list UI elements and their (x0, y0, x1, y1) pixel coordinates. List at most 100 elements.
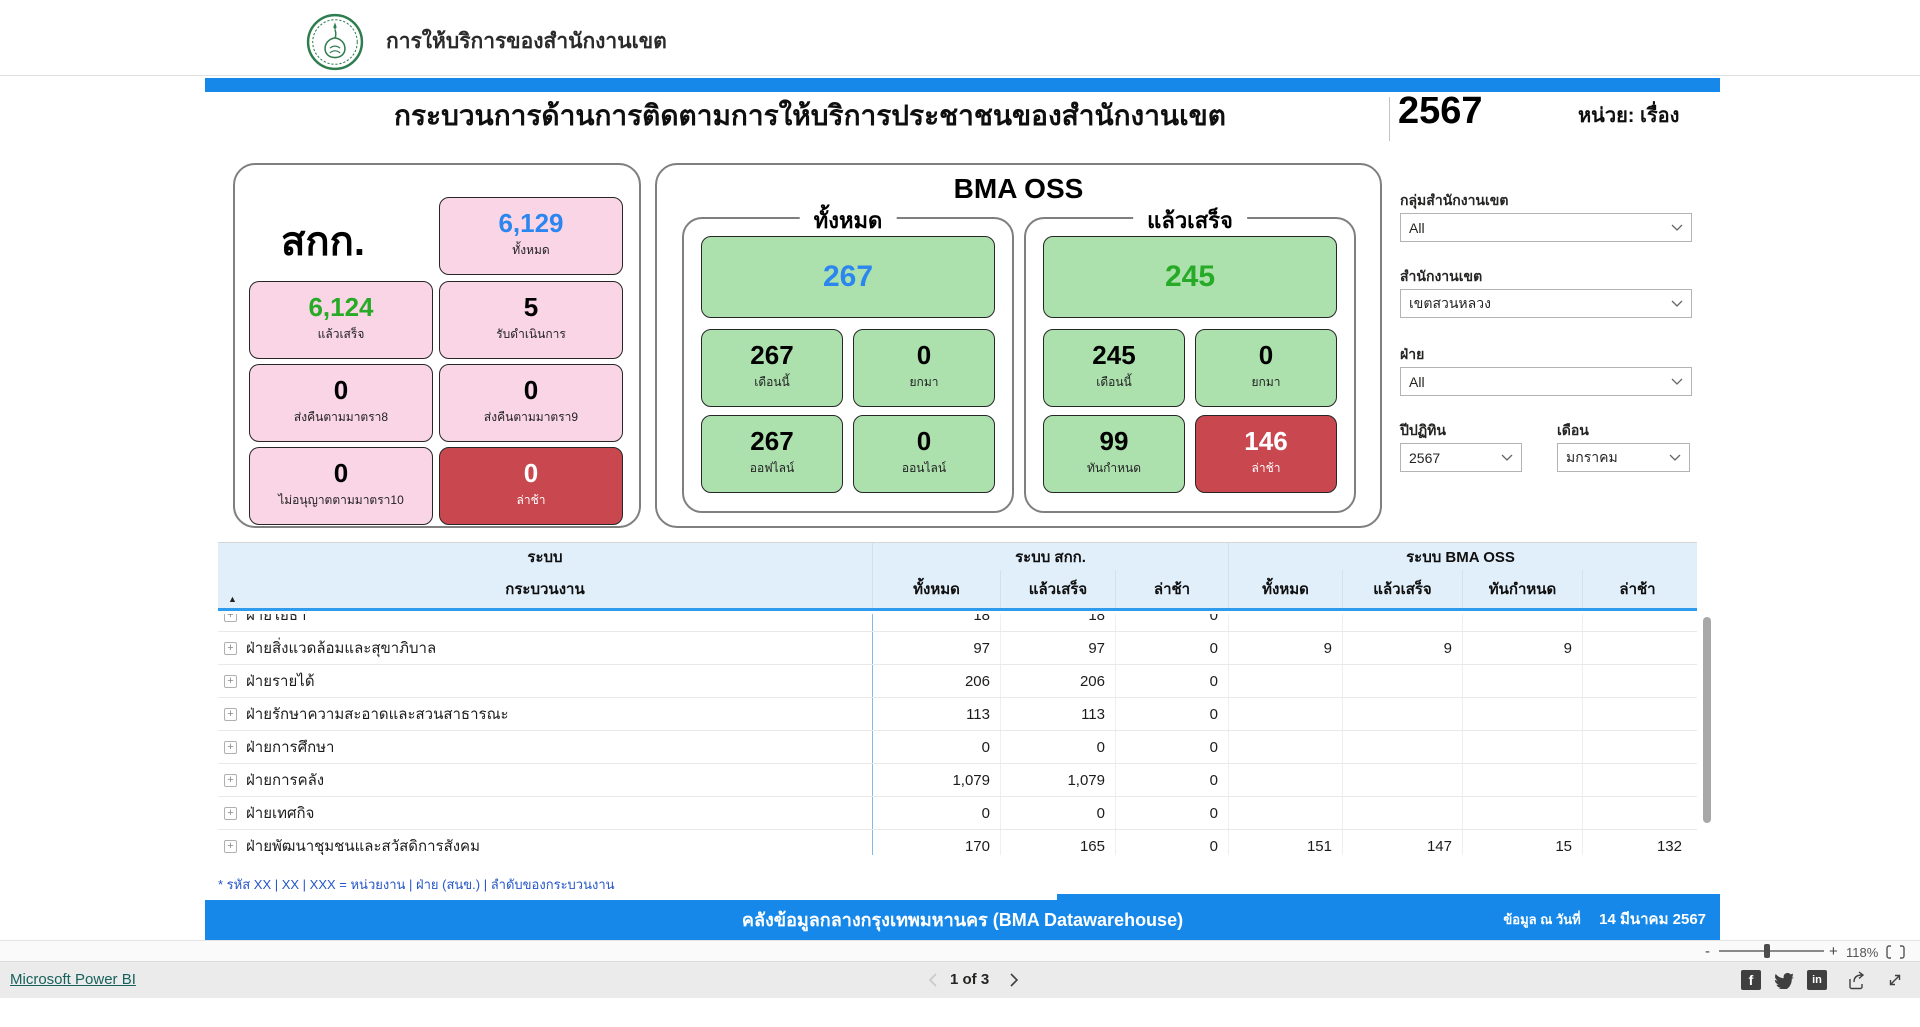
facebook-glyph: f (1741, 970, 1761, 990)
col-header-completed[interactable]: แล้วเสร็จ (1000, 570, 1115, 608)
row-value (1582, 797, 1692, 829)
expand-row-icon[interactable]: + (224, 642, 237, 655)
row-value (1342, 665, 1462, 697)
data-as-of-value: 14 มีนาคม 2567 (1599, 911, 1706, 928)
row-label-cell: + ฝ่ายเทศกิจ (218, 797, 872, 829)
zoom-slider-track[interactable] (1719, 950, 1824, 952)
col-header-oss-ontime[interactable]: ทันกำหนด (1462, 570, 1582, 608)
row-value: 0 (1115, 797, 1228, 829)
share-icon[interactable] (1845, 969, 1867, 991)
filter-district-value: เขตสวนหลวง (1409, 293, 1491, 315)
row-value (1342, 698, 1462, 730)
row-value: 0 (1000, 797, 1115, 829)
row-label: ฝ่ายการศึกษา (246, 735, 334, 759)
row-value (1228, 731, 1342, 763)
twitter-icon[interactable] (1772, 969, 1794, 991)
facebook-icon[interactable]: f (1740, 969, 1762, 991)
row-value (1462, 665, 1582, 697)
oss-group-legend: แล้วเสร็จ (1133, 203, 1247, 238)
box-value: 245 (1044, 341, 1184, 370)
row-value: 9 (1462, 632, 1582, 664)
box-value: 6,124 (250, 293, 432, 322)
sakok-card-title: สกก. (281, 209, 365, 273)
previous-page-icon[interactable] (928, 973, 937, 987)
row-value: 18 (1000, 614, 1115, 631)
row-value: 0 (1115, 614, 1228, 631)
next-page-icon[interactable] (1010, 973, 1019, 987)
row-label: ฝ่ายพัฒนาชุมชนและสวัสดิการสังคม (246, 834, 480, 855)
row-value: 170 (872, 830, 1000, 855)
row-value: 9 (1342, 632, 1462, 664)
bigbox-value: 267 (823, 260, 873, 293)
sakok-total-label: ทั้งหมด (440, 241, 622, 260)
sakok-card: สกก. 6,129 ทั้งหมด 6,124 แล้วเสร็จ 5 รับ… (233, 163, 641, 528)
col-header-oss-completed[interactable]: แล้วเสร็จ (1342, 570, 1462, 608)
oss-box-carried: 0 ยกมา (1195, 329, 1337, 407)
col-header-late[interactable]: ล่าช้า (1115, 570, 1228, 608)
oss-box-online: 0 ออนไลน์ (853, 415, 995, 493)
row-value: 147 (1342, 830, 1462, 855)
box-label: เดือนนี้ (1044, 373, 1184, 392)
table-row: +ฝ่ายรักษาความสะอาดและสวนสาธารณะ1131130 (218, 698, 1697, 731)
filter-year-dropdown[interactable]: 2567 (1400, 443, 1522, 472)
table-row: +ฝ่ายการศึกษา000 (218, 731, 1697, 764)
box-value: 0 (250, 376, 432, 405)
box-value: 0 (854, 341, 994, 370)
col-header-oss-total[interactable]: ทั้งหมด (1228, 570, 1342, 608)
col-header-process[interactable]: กระบวนงาน (218, 570, 872, 608)
row-value (1228, 797, 1342, 829)
zoom-out-button[interactable]: - (1705, 943, 1710, 960)
row-value (1228, 614, 1342, 631)
box-value: 0 (440, 459, 622, 488)
oss-box-ontime: 99 ทันกำหนด (1043, 415, 1185, 493)
zoom-in-button[interactable]: + (1829, 943, 1838, 960)
row-value: 0 (872, 731, 1000, 763)
expand-row-icon[interactable]: + (224, 708, 237, 721)
year-value: 2567 (1398, 90, 1483, 133)
col-header-total[interactable]: ทั้งหมด (872, 570, 1000, 608)
oss-total-group: ทั้งหมด 267 267 เดือนนี้ 0 ยกมา 267 ออฟไ… (682, 217, 1014, 513)
table-column-header-row: กระบวนงาน ทั้งหมด แล้วเสร็จ ล่าช้า ทั้งห… (218, 570, 1697, 611)
col-header-oss-late[interactable]: ล่าช้า (1582, 570, 1692, 608)
expand-row-icon[interactable]: + (224, 614, 237, 622)
sakok-total-box: 6,129 ทั้งหมด (439, 197, 623, 275)
box-label: ยกมา (1196, 373, 1336, 392)
fit-to-page-icon[interactable] (1886, 945, 1905, 959)
expand-row-icon[interactable]: + (224, 741, 237, 754)
row-value: 165 (1000, 830, 1115, 855)
box-value: 99 (1044, 427, 1184, 456)
row-value (1462, 797, 1582, 829)
row-value (1462, 764, 1582, 796)
filter-division-dropdown[interactable]: All (1400, 367, 1692, 396)
filter-group-dropdown[interactable]: All (1400, 213, 1692, 242)
title-divider (1389, 97, 1390, 141)
fullscreen-icon[interactable] (1884, 969, 1906, 991)
row-value (1582, 764, 1692, 796)
expand-row-icon[interactable]: + (224, 840, 237, 853)
zoom-slider-handle[interactable] (1764, 944, 1770, 958)
zoom-toolbar (0, 940, 1920, 962)
table-body: +ฝ่ายโยธา18180+ฝ่ายสิ่งแวดล้อมและสุขาภิบ… (218, 614, 1697, 855)
table-scrollbar[interactable] (1703, 617, 1711, 823)
row-value (1582, 731, 1692, 763)
filter-month-dropdown[interactable]: มกราคม (1557, 443, 1690, 472)
linkedin-icon[interactable]: in (1806, 969, 1828, 991)
row-label-cell: +ฝ่ายการคลัง (218, 764, 872, 796)
row-value: 97 (1000, 632, 1115, 664)
row-label: ฝ่ายเทศกิจ (246, 801, 314, 825)
table-row: +ฝ่ายโยธา18180 (218, 614, 1697, 632)
filter-district-dropdown[interactable]: เขตสวนหลวง (1400, 289, 1692, 318)
footer-title: คลังข้อมูลกลางกรุงเทพมหานคร (BMA Datawar… (205, 900, 1720, 940)
row-value (1228, 665, 1342, 697)
expand-row-icon[interactable]: + (224, 774, 237, 787)
row-value (1582, 665, 1692, 697)
expand-row-icon[interactable]: + (224, 807, 237, 820)
microsoft-powerbi-link[interactable]: Microsoft Power BI (10, 971, 136, 988)
filter-group-label: กลุ่มสำนักงานเขต (1400, 190, 1508, 212)
sort-ascending-icon[interactable]: ▲ (228, 594, 237, 604)
row-label: ฝ่ายสิ่งแวดล้อมและสุขาภิบาล (246, 636, 436, 660)
sakok-inprogress-box: 5 รับดำเนินการ (439, 281, 623, 359)
bma-oss-card-title: BMA OSS (657, 173, 1380, 205)
expand-row-icon[interactable]: + (224, 675, 237, 688)
row-value: 0 (872, 797, 1000, 829)
